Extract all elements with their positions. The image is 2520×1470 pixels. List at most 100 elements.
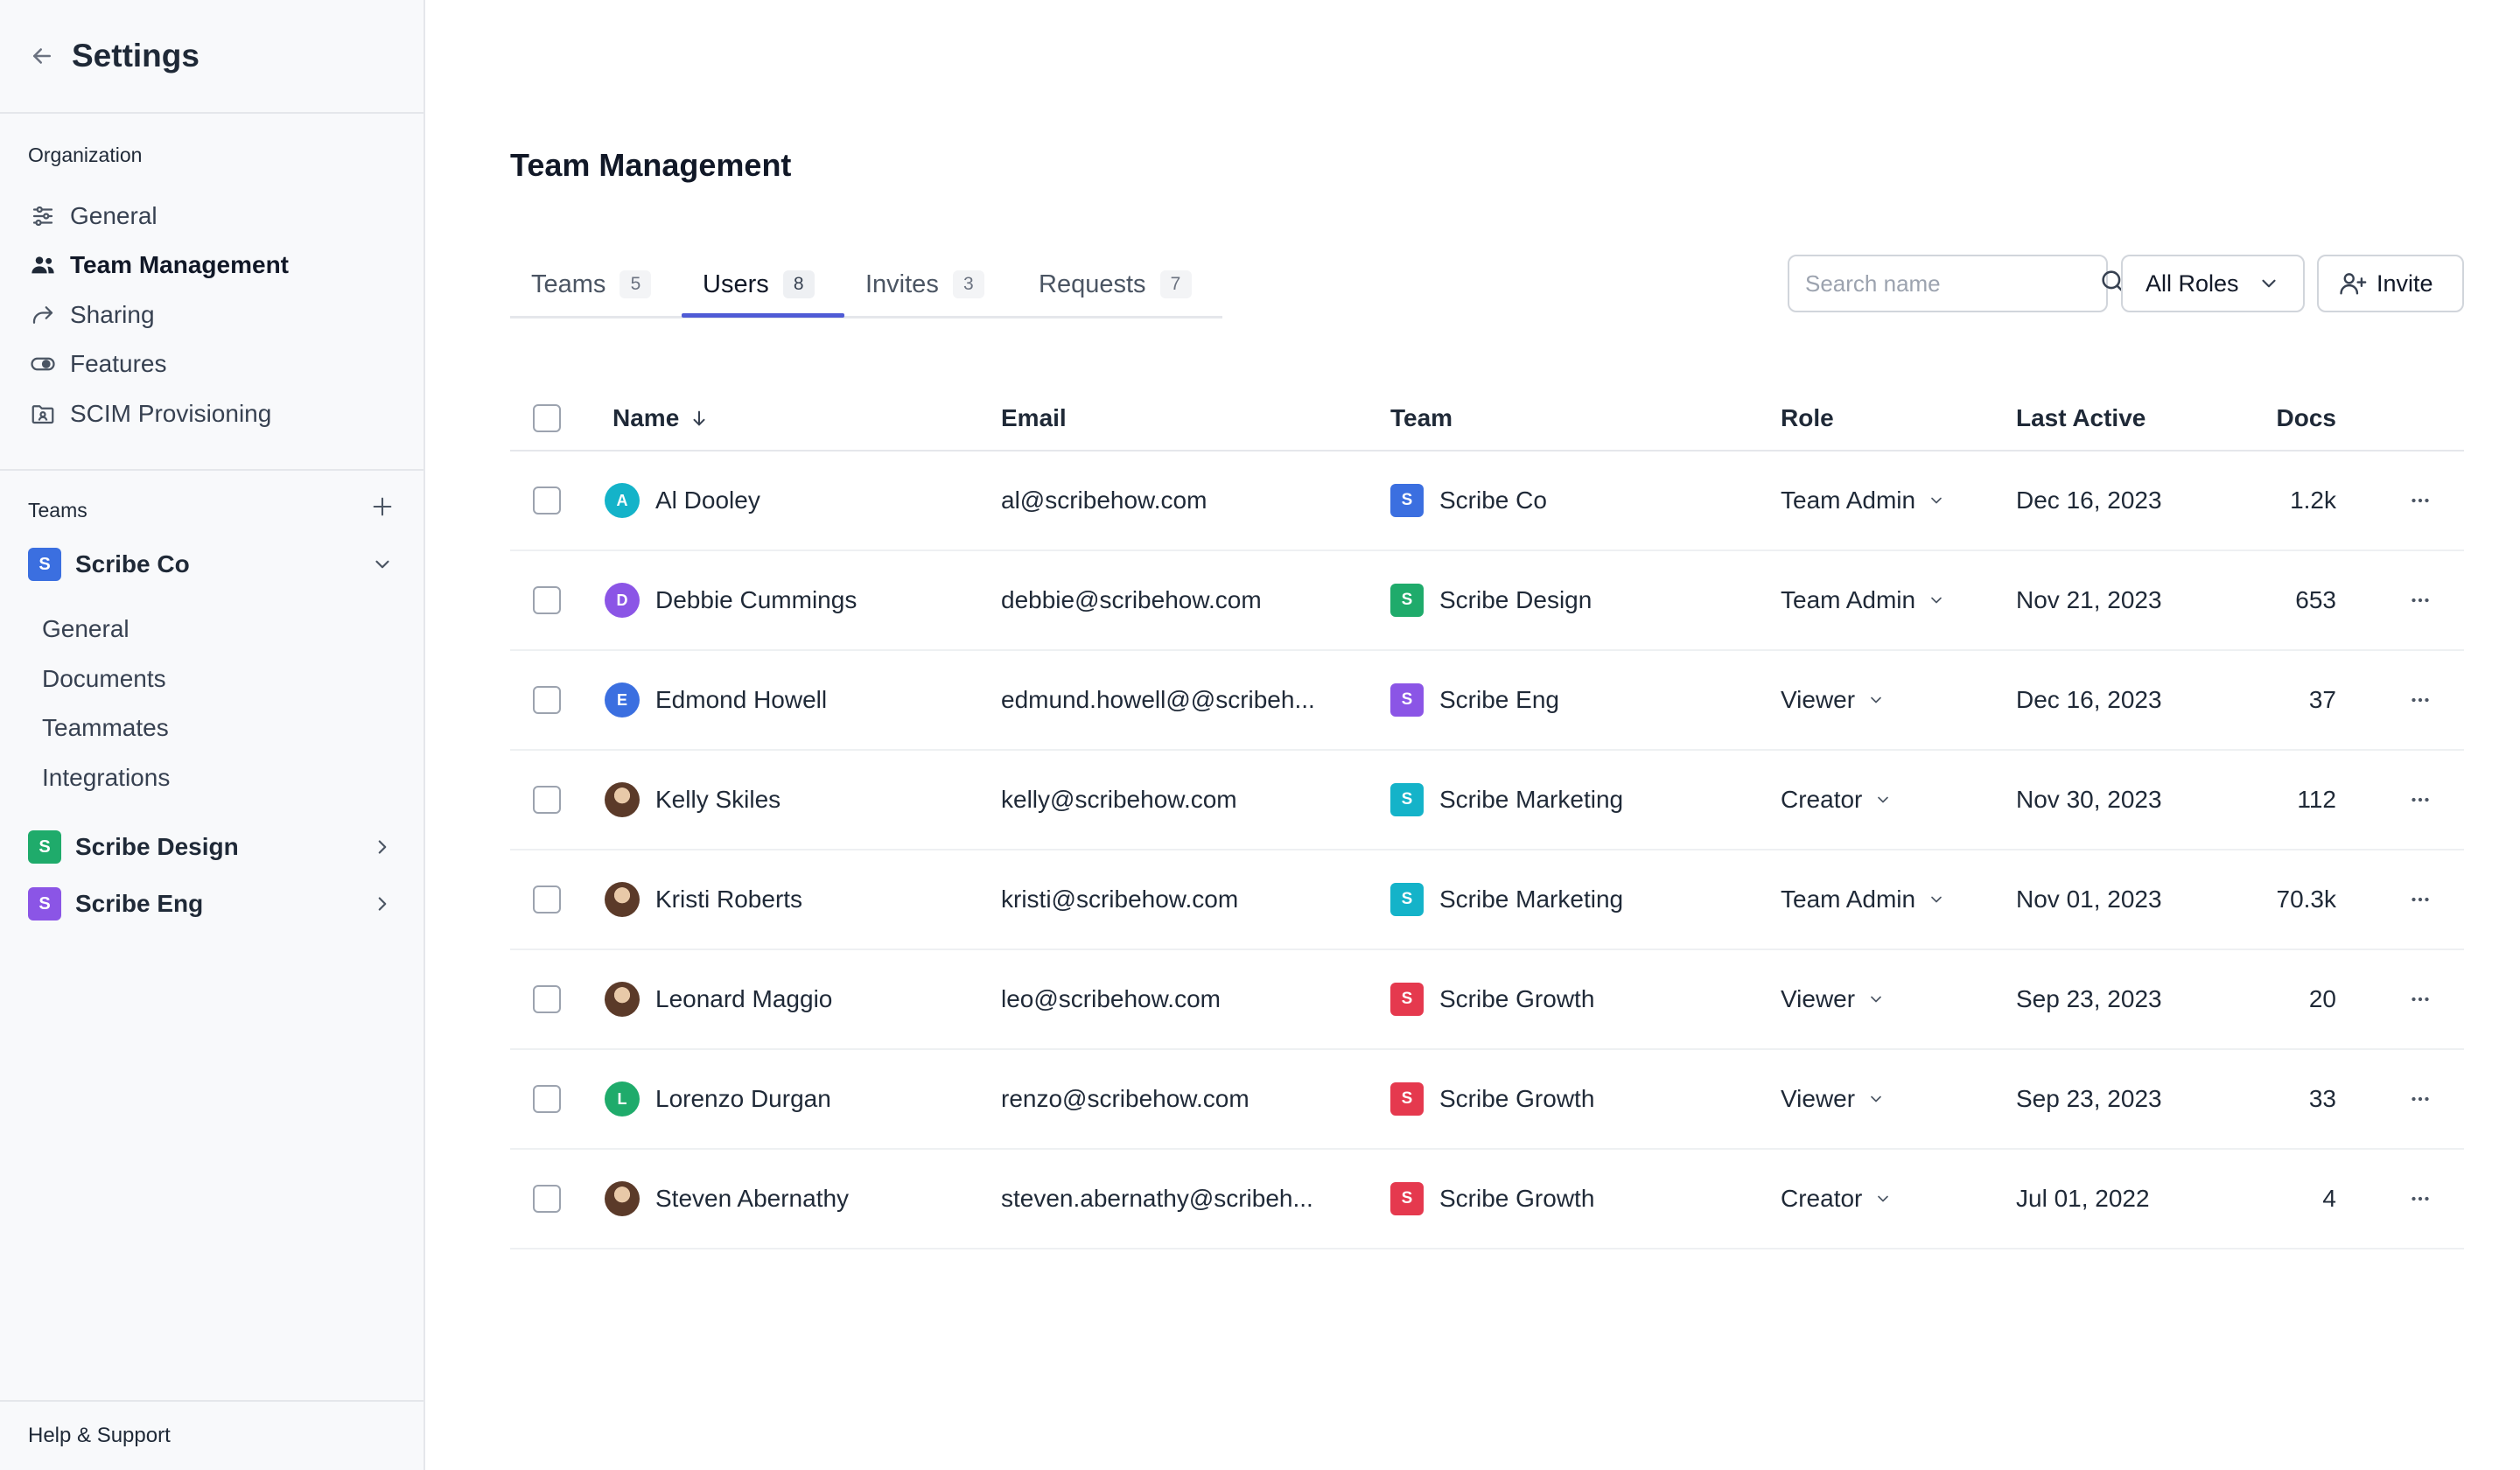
row-select-cell — [533, 751, 561, 849]
avatar — [605, 782, 640, 817]
nav-item-scim-provisioning[interactable]: SCIM Provisioning — [28, 395, 271, 433]
user-team-cell: S Scribe Marketing — [1390, 850, 1623, 948]
row-checkbox[interactable] — [533, 1185, 561, 1213]
user-team: Scribe Co — [1439, 486, 1547, 514]
avatar — [605, 982, 640, 1017]
sort-arrow-down-icon[interactable] — [690, 409, 709, 428]
user-email: kelly@scribehow.com — [1001, 786, 1237, 813]
sidebar-title: Settings — [72, 38, 200, 74]
user-email: kristi@scribehow.com — [1001, 886, 1239, 913]
avatar — [605, 882, 640, 917]
column-header-name[interactable]: Name — [612, 385, 709, 452]
sidebar-team-scribe-design[interactable]: S Scribe Design — [28, 828, 396, 866]
help-support-link[interactable]: Help & Support — [0, 1400, 424, 1470]
invite-button[interactable]: Invite — [2317, 255, 2464, 312]
user-team: Scribe Marketing — [1439, 886, 1624, 913]
table-row[interactable]: L Lorenzo Durgan renzo@scribehow.com S Scrib… — [510, 1050, 2464, 1150]
tab-users[interactable]: Users 8 — [682, 250, 836, 318]
user-last-active: Jul 01, 2022 — [2016, 1185, 2150, 1212]
user-docs-count: 653 — [2295, 586, 2336, 613]
search-name-input[interactable] — [1805, 270, 2098, 298]
tab-requests[interactable]: Requests 7 — [1018, 250, 1213, 318]
user-team: Scribe Growth — [1439, 985, 1595, 1012]
more-options-icon[interactable] — [2398, 551, 2442, 649]
table-row[interactable]: Kelly Skiles kelly@scribehow.com S Scribe M… — [510, 751, 2464, 850]
row-checkbox[interactable] — [533, 586, 561, 614]
user-docs-count: 33 — [2308, 1085, 2336, 1112]
table-row[interactable]: Leonard Maggio leo@scribehow.com S Scribe G… — [510, 950, 2464, 1050]
user-last-active: Nov 21, 2023 — [2016, 586, 2162, 613]
more-options-icon[interactable] — [2398, 651, 2442, 749]
row-checkbox[interactable] — [533, 486, 561, 514]
back-arrow-icon[interactable] — [26, 40, 58, 72]
tab-teams[interactable]: Teams 5 — [510, 250, 672, 318]
row-checkbox[interactable] — [533, 1085, 561, 1113]
more-options-icon[interactable] — [2398, 1150, 2442, 1248]
table-row[interactable]: Steven Abernathy steven.abernathy@scribeh… — [510, 1150, 2464, 1250]
chevron-down-icon — [1874, 1190, 1892, 1208]
user-name-cell: E Edmond Howell — [605, 651, 827, 749]
more-options-icon[interactable] — [2398, 751, 2442, 849]
user-name-cell: Steven Abernathy — [605, 1150, 849, 1248]
more-options-icon[interactable] — [2398, 850, 2442, 948]
role-dropdown[interactable]: Creator — [1781, 1150, 1892, 1248]
row-checkbox[interactable] — [533, 786, 561, 814]
sidebar-team-scribe-eng[interactable]: S Scribe Eng — [28, 885, 396, 923]
chevron-right-icon[interactable] — [369, 891, 396, 917]
tab-invites[interactable]: Invites 3 — [844, 250, 1005, 318]
team-badge: S — [28, 548, 61, 581]
user-last-active: Sep 23, 2023 — [2016, 1085, 2162, 1112]
nav-item-label: Features — [70, 350, 167, 377]
add-team-plus-icon[interactable] — [368, 492, 397, 522]
row-select-cell — [533, 551, 561, 649]
user-team: Scribe Marketing — [1439, 786, 1624, 813]
more-options-icon[interactable] — [2398, 452, 2442, 550]
select-all-checkbox[interactable] — [533, 404, 561, 432]
table-row[interactable]: A Al Dooley al@scribehow.com S Scribe Co Team… — [510, 452, 2464, 551]
more-options-icon[interactable] — [2398, 950, 2442, 1048]
row-checkbox[interactable] — [533, 985, 561, 1013]
team-badge: S — [1390, 1182, 1424, 1215]
row-checkbox[interactable] — [533, 686, 561, 714]
search-name-box[interactable] — [1788, 255, 2126, 312]
role-dropdown[interactable]: Team Admin — [1781, 551, 1945, 649]
user-role: Creator — [1781, 1185, 1863, 1212]
column-header-role: Role — [1781, 404, 1834, 431]
role-dropdown[interactable]: Viewer — [1781, 651, 1885, 749]
chevron-right-icon[interactable] — [369, 834, 396, 860]
user-team-cell: S Scribe Design — [1390, 551, 1592, 649]
team-sub-item-teammates[interactable]: Teammates — [42, 714, 169, 742]
team-sub-item-general[interactable]: General — [42, 615, 130, 643]
chevron-down-icon[interactable] — [369, 551, 396, 578]
avatar — [605, 1181, 640, 1216]
more-options-icon[interactable] — [2398, 1050, 2442, 1148]
role-dropdown[interactable]: Creator — [1781, 751, 1892, 849]
tab-label: Users — [703, 270, 769, 298]
sidebar-divider — [0, 469, 424, 471]
user-name-cell: Kristi Roberts — [605, 850, 802, 948]
team-badge: S — [28, 830, 61, 864]
table-row[interactable]: Kristi Roberts kristi@scribehow.com S Scrib… — [510, 850, 2464, 950]
user-last-active: Sep 23, 2023 — [2016, 985, 2162, 1012]
role-dropdown[interactable]: Viewer — [1781, 1050, 1885, 1148]
team-sub-item-integrations[interactable]: Integrations — [42, 764, 170, 792]
nav-item-team-management[interactable]: Team Management — [28, 246, 289, 284]
role-dropdown[interactable]: Team Admin — [1781, 850, 1945, 948]
user-role: Creator — [1781, 786, 1863, 813]
nav-item-general[interactable]: General — [28, 197, 158, 235]
role-dropdown[interactable]: Viewer — [1781, 950, 1885, 1048]
row-checkbox[interactable] — [533, 886, 561, 914]
user-name-cell: L Lorenzo Durgan — [605, 1050, 831, 1148]
user-last-active: Nov 30, 2023 — [2016, 786, 2162, 813]
user-name: Steven Abernathy — [655, 1185, 850, 1212]
role-dropdown[interactable]: Team Admin — [1781, 452, 1945, 550]
all-roles-dropdown[interactable]: All Roles — [2121, 255, 2305, 312]
sidebar-team-scribe-co[interactable]: S Scribe Co — [28, 545, 396, 584]
table-row[interactable]: D Debbie Cummings debbie@scribehow.com S Scr… — [510, 551, 2464, 651]
team-sub-item-documents[interactable]: Documents — [42, 665, 166, 693]
nav-item-features[interactable]: Features — [28, 345, 167, 383]
nav-item-sharing[interactable]: Sharing — [28, 296, 155, 334]
user-role: Viewer — [1781, 1085, 1856, 1112]
table-row[interactable]: E Edmond Howell edmund.howell@@scribeh... S… — [510, 651, 2464, 751]
user-plus-icon — [2338, 269, 2368, 298]
